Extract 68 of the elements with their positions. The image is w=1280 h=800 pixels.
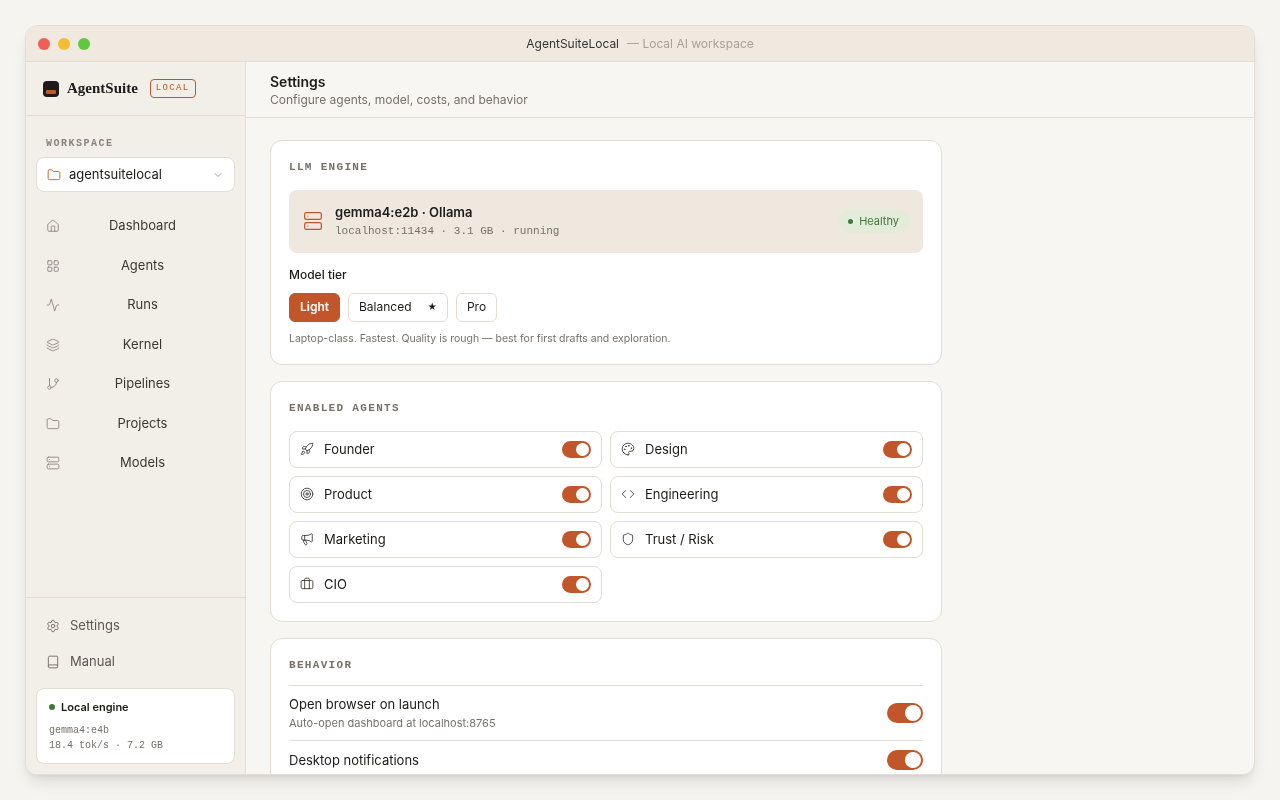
nav-item[interactable]: Kernel <box>36 330 235 359</box>
agent-name: Marketing <box>324 529 387 549</box>
agent-name: Engineering <box>645 484 720 504</box>
palette-icon <box>621 442 635 457</box>
nav-item[interactable]: Dashboard <box>36 212 235 240</box>
tier-button[interactable]: Balanced ★ <box>348 292 448 322</box>
folder-icon <box>47 167 61 182</box>
megaphone-icon <box>300 532 314 547</box>
agent-name: Design <box>645 439 689 459</box>
section-heading: ENABLED AGENTS <box>289 401 401 417</box>
setting-description: Auto-open dashboard at localhost:8765 <box>289 714 497 732</box>
grid-icon <box>46 258 60 273</box>
tier-note: Laptop-class. Fastest. Quality is rough — best for first drafts and exploration. <box>289 330 672 347</box>
section-label: WORKSPACE <box>46 137 115 151</box>
toggle-switch[interactable] <box>562 530 591 548</box>
nav-item[interactable]: Settings <box>36 611 235 640</box>
rocket-icon <box>300 442 314 457</box>
nav-item[interactable]: Agents <box>36 251 235 280</box>
engine-title: Local engine <box>61 698 129 715</box>
toggle-switch[interactable] <box>883 485 912 503</box>
pulse-icon <box>46 298 60 312</box>
toggle-switch[interactable] <box>562 485 591 503</box>
settings-icon <box>46 618 60 633</box>
model-name: gemma4:e2b · Ollama <box>335 203 474 222</box>
model-details: localhost:11434 · 3.1 GB · running <box>335 223 561 239</box>
setting-title: Desktop notifications <box>289 750 420 770</box>
tier-label: Model tier <box>289 266 348 283</box>
agent-name: Trust / Risk <box>645 529 715 549</box>
toggle-switch[interactable] <box>562 440 591 458</box>
agent-name: CIO <box>324 574 348 594</box>
toggle-switch[interactable] <box>883 530 912 548</box>
nav-item[interactable]: Pipelines <box>36 370 235 398</box>
toggle-switch[interactable] <box>887 750 923 771</box>
nav-item[interactable]: Projects <box>36 409 235 438</box>
target-icon <box>300 487 314 502</box>
page-title: Settings <box>270 71 327 92</box>
server-icon <box>303 211 323 231</box>
nav-item[interactable]: Manual <box>36 647 235 676</box>
setting-title: Open browser on launch <box>289 695 441 715</box>
local-badge: LOCAL <box>149 78 196 99</box>
nav-item[interactable]: Runs <box>36 291 235 319</box>
agent-name: Product <box>324 484 374 504</box>
tier-button[interactable]: Pro <box>455 292 498 322</box>
toggle-switch[interactable] <box>883 440 912 458</box>
window-subtitle: — Local AI workspace <box>627 35 754 52</box>
toggle-switch[interactable] <box>562 575 591 593</box>
briefcase-icon <box>300 577 314 592</box>
engine-stats: 18.4 tok/s · 7.2 GB <box>49 739 165 753</box>
server-icon <box>46 456 60 470</box>
health-badge: Healthy <box>838 208 909 234</box>
tier-button[interactable]: Light <box>289 292 340 322</box>
toggle-switch[interactable] <box>887 703 923 724</box>
nav-item[interactable]: Models <box>36 449 235 477</box>
layers-icon <box>46 337 60 352</box>
engine-model: gemma4:e4b <box>49 724 110 738</box>
brand-name: AgentSuite <box>67 79 138 99</box>
section-heading: LLM ENGINE <box>289 160 370 175</box>
section-heading: BEHAVIOR <box>289 656 923 687</box>
home-icon <box>46 219 60 233</box>
workspace-dropdown[interactable]: agentsuitelocal <box>36 157 235 192</box>
shield-icon <box>621 532 635 547</box>
folder-icon <box>46 416 60 431</box>
page-subtitle: Configure agents, model, costs, and behavior <box>270 91 529 108</box>
app-logo-icon <box>43 80 59 97</box>
window-title: AgentSuiteLocal <box>526 35 620 52</box>
book-icon <box>46 654 60 669</box>
agent-name: Founder <box>324 439 376 459</box>
branch-icon <box>46 377 60 391</box>
